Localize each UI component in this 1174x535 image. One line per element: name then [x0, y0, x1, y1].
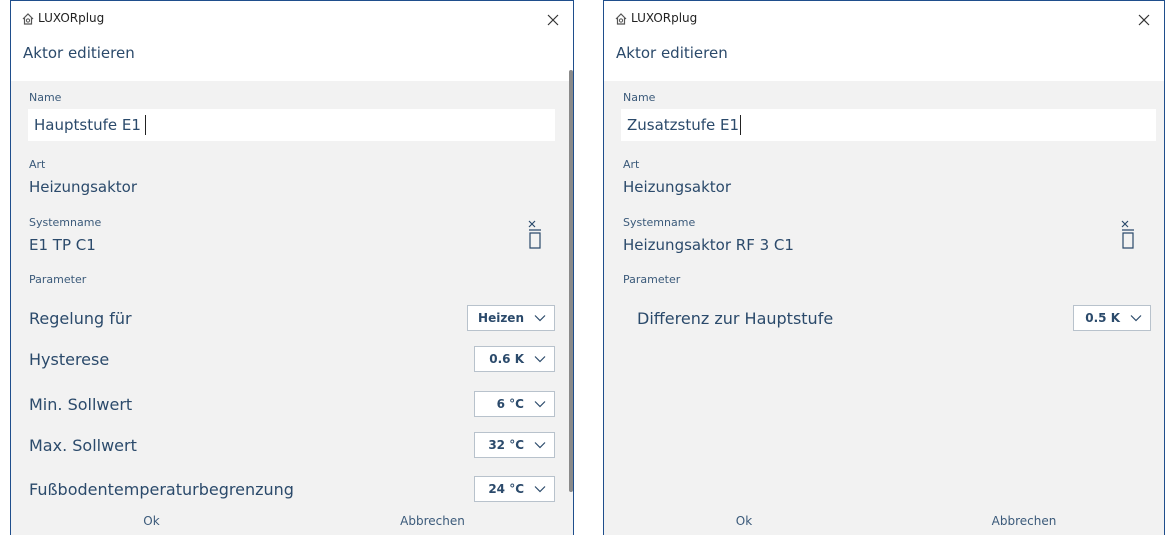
app-title: LUXORplug	[38, 11, 105, 25]
param-dropdown-value: 32 °C	[488, 438, 524, 452]
text-caret	[144, 115, 146, 135]
dialog-hauptstufe: LUXORplug Aktor editieren Name Hauptstuf…	[10, 0, 574, 535]
clear-icon[interactable]	[525, 218, 545, 252]
chevron-down-icon	[1130, 315, 1142, 322]
house-icon	[22, 13, 34, 25]
title-bar: LUXORplug	[11, 0, 573, 39]
parameter-label: Parameter	[29, 273, 87, 286]
param-dropdown-value: Heizen	[478, 311, 524, 325]
text-caret	[740, 115, 742, 135]
chevron-down-icon	[534, 486, 546, 493]
close-button[interactable]	[533, 0, 573, 39]
close-icon	[1138, 14, 1150, 25]
chevron-down-icon	[534, 401, 546, 408]
param-dropdown[interactable]: 0.5 K	[1073, 305, 1151, 331]
systemname-label: Systemname	[29, 216, 102, 229]
app-title: LUXORplug	[631, 11, 698, 25]
param-dropdown[interactable]: 0.6 K	[474, 346, 555, 372]
param-label: Differenz zur Hauptstufe	[637, 309, 834, 328]
art-label: Art	[29, 158, 46, 171]
chevron-down-icon	[534, 356, 546, 363]
house-icon	[615, 13, 627, 25]
param-dropdown[interactable]: 24 °C	[474, 476, 555, 502]
name-input-value: Zusatzstufe E1	[627, 116, 740, 134]
name-input[interactable]: Zusatzstufe E1	[621, 109, 1156, 141]
page-header: Aktor editieren	[11, 39, 573, 81]
title-bar: LUXORplug	[604, 0, 1164, 39]
dialog-zusatzstufe: LUXORplug Aktor editieren Name Zusatzstu…	[603, 0, 1165, 535]
name-label: Name	[623, 91, 656, 104]
page-title: Aktor editieren	[23, 44, 135, 62]
systemname-value: E1 TP C1	[29, 236, 96, 254]
name-label: Name	[29, 91, 62, 104]
param-dropdown[interactable]: 6 °C	[474, 391, 555, 417]
window-frame	[603, 0, 1165, 1]
art-value: Heizungsaktor	[623, 178, 732, 196]
param-label: Min. Sollwert	[29, 395, 133, 414]
param-dropdown-value: 24 °C	[488, 482, 524, 496]
param-label: Max. Sollwert	[29, 436, 137, 455]
window-frame	[10, 0, 574, 1]
param-dropdown[interactable]: Heizen	[467, 305, 555, 331]
close-button[interactable]	[1124, 0, 1164, 39]
dialog-footer: Ok Abbrechen	[11, 507, 573, 535]
scrollbar[interactable]	[569, 70, 573, 492]
ok-button[interactable]: Ok	[604, 507, 884, 535]
art-label: Art	[623, 158, 640, 171]
systemname-value: Heizungsaktor RF 3 C1	[623, 236, 794, 254]
page-header: Aktor editieren	[604, 39, 1164, 81]
name-input-value: Hauptstufe E1	[34, 116, 141, 134]
page-title: Aktor editieren	[616, 44, 728, 62]
chevron-down-icon	[534, 315, 546, 322]
parameter-label: Parameter	[623, 273, 681, 286]
dialog-footer: Ok Abbrechen	[604, 507, 1164, 535]
param-dropdown-value: 0.6 K	[489, 352, 524, 366]
param-dropdown-value: 6 °C	[496, 397, 524, 411]
param-label: Regelung für	[29, 309, 132, 328]
param-label: Hysterese	[29, 350, 110, 369]
cancel-button[interactable]: Abbrechen	[884, 507, 1164, 535]
name-input[interactable]: Hauptstufe E1	[28, 109, 555, 141]
param-dropdown-value: 0.5 K	[1085, 311, 1120, 325]
cancel-button[interactable]: Abbrechen	[292, 507, 573, 535]
param-dropdown[interactable]: 32 °C	[474, 432, 555, 458]
clear-icon[interactable]	[1118, 218, 1138, 252]
art-value: Heizungsaktor	[29, 178, 138, 196]
ok-button[interactable]: Ok	[11, 507, 292, 535]
param-label: Fußbodentemperaturbegrenzung	[29, 480, 294, 499]
close-icon	[547, 14, 559, 25]
systemname-label: Systemname	[623, 216, 696, 229]
chevron-down-icon	[534, 442, 546, 449]
